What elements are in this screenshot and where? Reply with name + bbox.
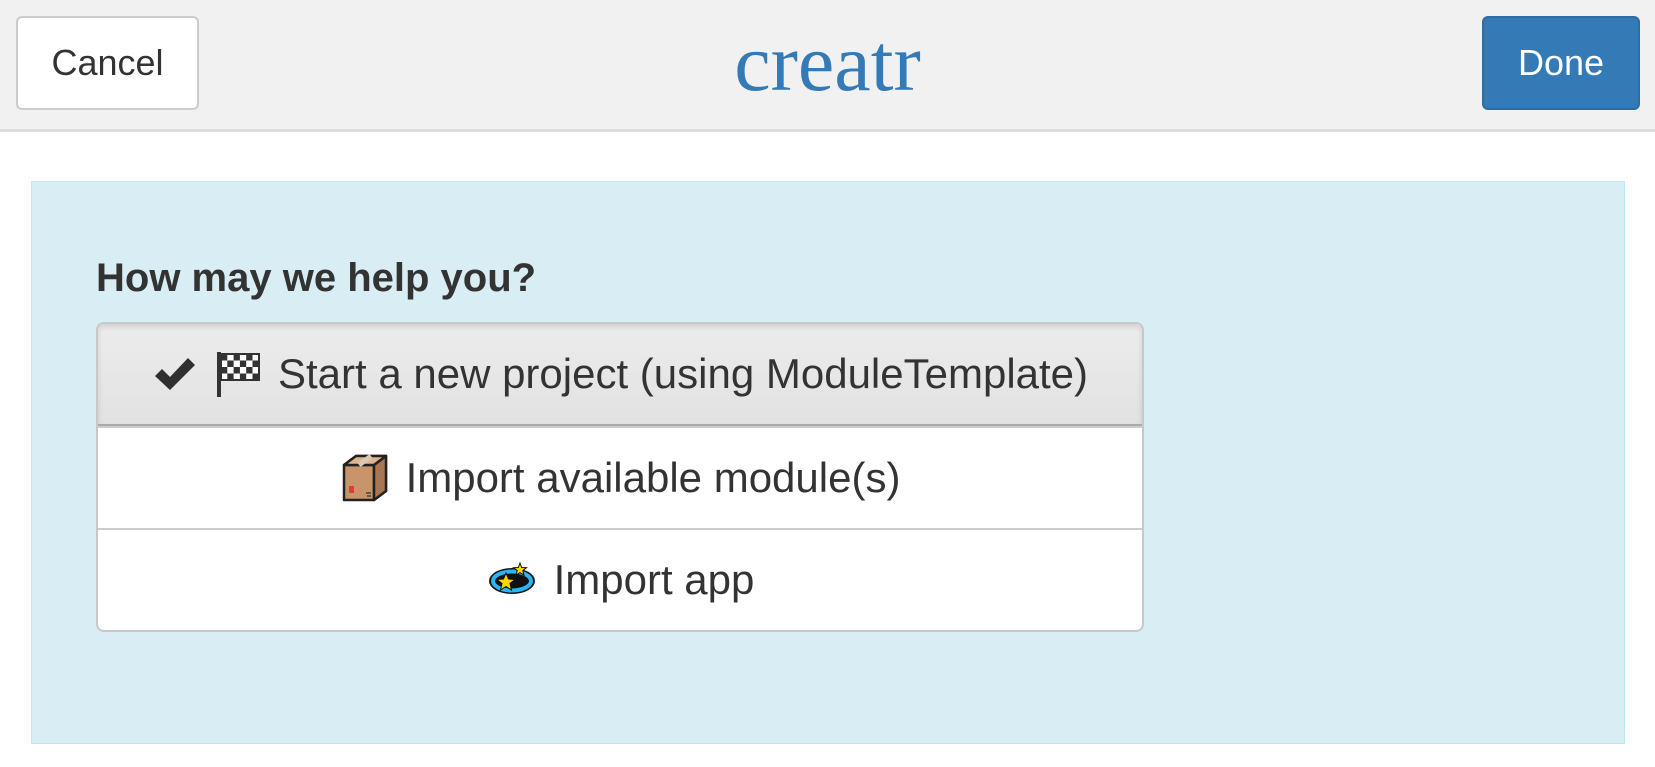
done-button[interactable]: Done <box>1482 16 1640 110</box>
option-label: Import available module(s) <box>405 454 901 501</box>
option-label: Start a new project (using ModuleTemplat… <box>277 350 1089 397</box>
option-import-app[interactable]: Import app <box>98 528 1142 630</box>
panel-question: How may we help you? <box>96 256 537 300</box>
check-icon <box>152 354 198 394</box>
checkered-flag-icon <box>214 349 262 399</box>
top-bar: Cancel creatr Done <box>0 0 1655 132</box>
package-icon <box>340 453 390 503</box>
ringed-star-icon <box>486 560 538 600</box>
option-list: Start a new project (using ModuleTemplat… <box>96 322 1144 632</box>
help-panel: How may we help you? Start a new project… <box>31 181 1625 744</box>
option-import-module[interactable]: Import available module(s) <box>98 426 1142 528</box>
option-label: Import app <box>553 556 755 603</box>
app-title: creatr <box>734 17 921 108</box>
option-new-project[interactable]: Start a new project (using ModuleTemplat… <box>98 324 1142 426</box>
